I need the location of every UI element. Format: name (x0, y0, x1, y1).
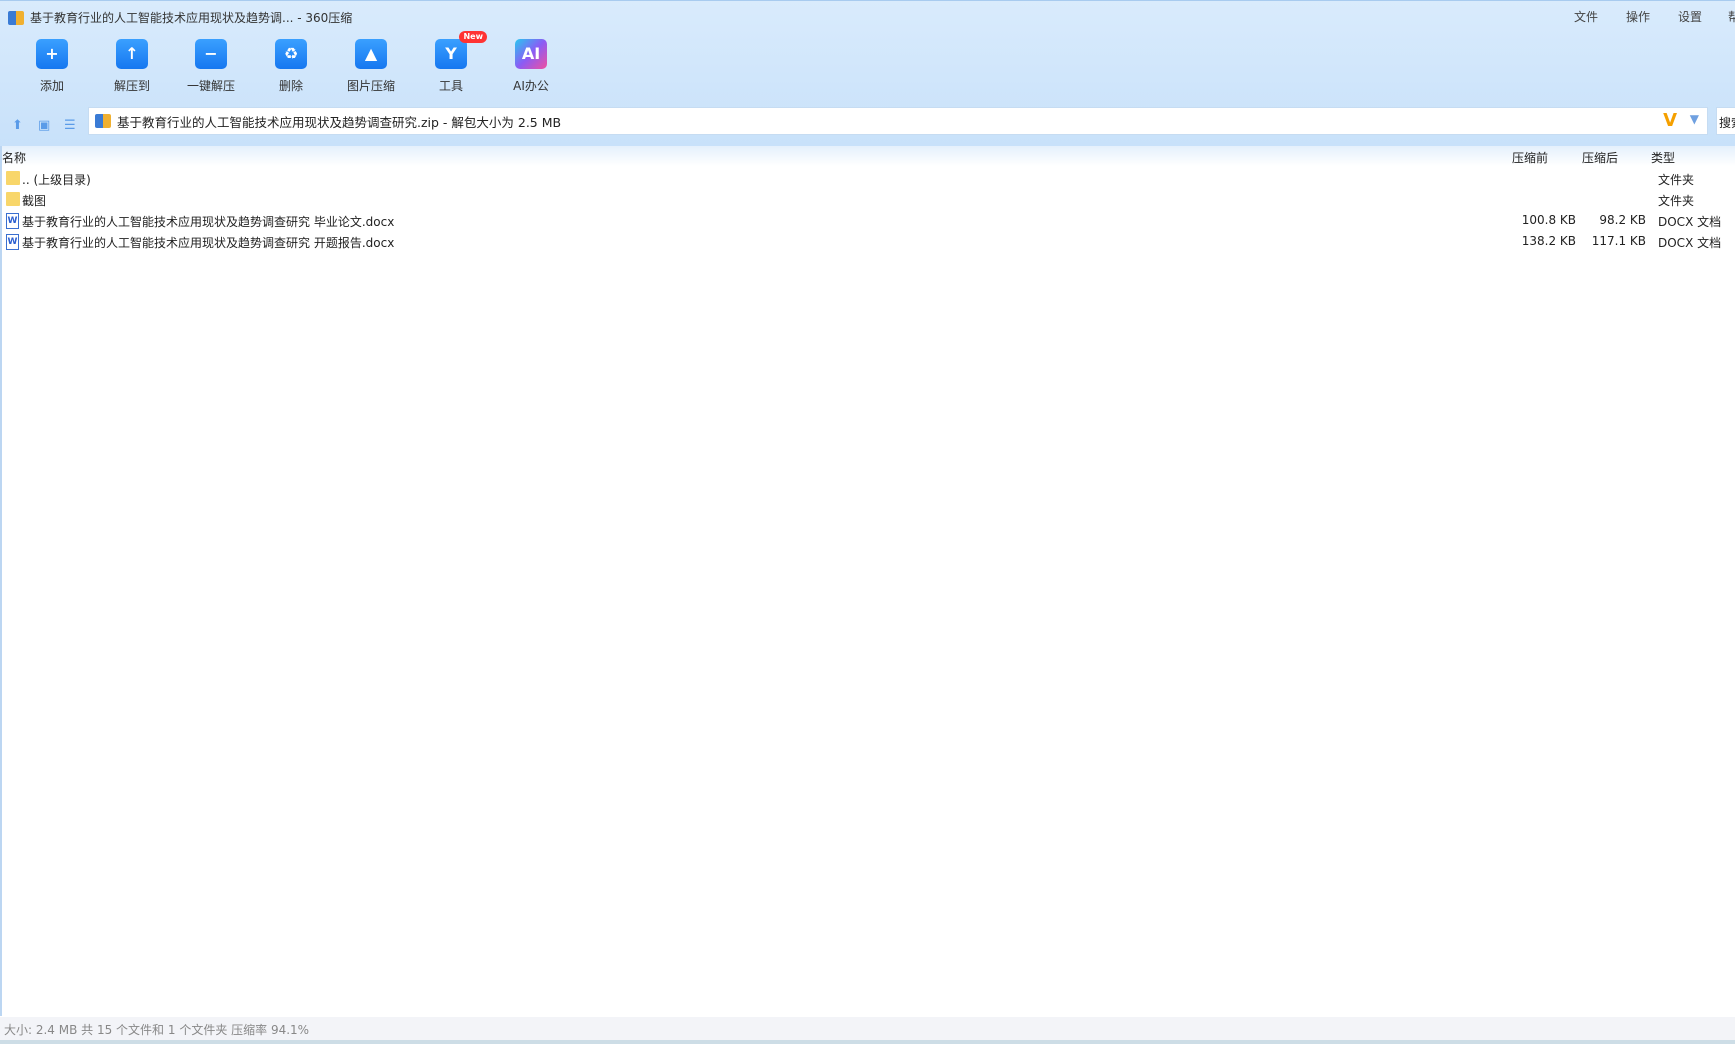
chevron-down-icon[interactable]: ▼ (1690, 112, 1699, 126)
up-level-icon[interactable]: ⬆ (12, 118, 23, 133)
toolbar-button-6[interactable]: AI AI办公 (496, 39, 566, 94)
file-row[interactable]: 截图 文件夹 (0, 189, 1735, 210)
extract-to-icon: ↑ (116, 39, 148, 69)
toolbar-button-0[interactable]: + 添加 (17, 39, 87, 94)
toolbar-button-4[interactable]: ▲ 图片压缩 (336, 39, 406, 94)
file-name: 基于教育行业的人工智能技术应用现状及趋势调查研究 开题报告.docx (22, 236, 395, 250)
window-title: 基于教育行业的人工智能技术应用现状及趋势调... - 360压缩 (8, 9, 352, 26)
tools-glyph: Y (445, 44, 457, 63)
app-icon (8, 10, 24, 25)
window-title-text: 基于教育行业的人工智能技术应用现状及趋势调... - 360压缩 (30, 11, 353, 25)
toolbar-label: AI办公 (513, 79, 549, 93)
file-name: 基于教育行业的人工智能技术应用现状及趋势调查研究 毕业论文.docx (22, 215, 395, 229)
toolbar-label: 添加 (39, 79, 64, 93)
toolbar-label: 一键解压 (186, 79, 235, 93)
one-click-extract-icon: − (195, 39, 227, 69)
size-after: 98.2 KB (1599, 213, 1646, 227)
new-badge: New (459, 31, 487, 43)
list-view-icon[interactable]: ☰ (64, 118, 76, 133)
ai-office-icon: AI (515, 39, 547, 69)
folder-icon (6, 171, 20, 185)
file-row[interactable]: W 基于教育行业的人工智能技术应用现状及趋势调查研究 开题报告.docx 138.… (0, 231, 1735, 252)
column-before[interactable]: 压缩前 (1512, 149, 1548, 166)
toolbar-label: 图片压缩 (346, 79, 395, 93)
add-folder-icon: + (36, 39, 68, 69)
word-doc-icon: W (6, 234, 19, 250)
file-type: DOCX 文档 (1658, 215, 1722, 229)
menu-operate[interactable]: 操作 (1626, 8, 1650, 25)
column-name[interactable]: 名称 (2, 149, 26, 166)
delete-bin-icon: ♻ (275, 39, 307, 69)
v-logo-icon[interactable]: V (1663, 110, 1677, 131)
file-name: 截图 (22, 194, 47, 208)
file-row[interactable]: .. (上级目录) 文件夹 (0, 168, 1735, 189)
toolbar-label: 工具 (438, 79, 463, 93)
bottom-strip (0, 1040, 1735, 1044)
file-name: .. (上级目录) (22, 173, 91, 187)
toolbar-button-1[interactable]: ↑ 解压到 (97, 39, 167, 94)
left-border (0, 146, 2, 1016)
toolbar-button-2[interactable]: − 一键解压 (176, 39, 246, 94)
file-type: 文件夹 (1658, 173, 1695, 187)
status-text: 大小: 2.4 MB 共 15 个文件和 1 个文件夹 压缩率 94.1% (4, 1023, 310, 1037)
file-row[interactable]: W 基于教育行业的人工智能技术应用现状及趋势调查研究 毕业论文.docx 100.… (0, 210, 1735, 231)
size-before: 100.8 KB (1521, 213, 1576, 227)
menu-file[interactable]: 文件 (1574, 8, 1598, 25)
column-header: 名称 压缩前 压缩后 类型 (0, 146, 1735, 166)
toolbar-label: 解压到 (113, 79, 150, 93)
toolbar-label: 删除 (278, 79, 303, 93)
toolbar-button-3[interactable]: ♻ 删除 (256, 39, 326, 94)
column-after[interactable]: 压缩后 (1582, 149, 1618, 166)
address-path: 基于教育行业的人工智能技术应用现状及趋势调查研究.zip - 解包大小为 2.5… (117, 114, 562, 130)
menu-help[interactable]: 帮 (1728, 8, 1735, 25)
tools-icon: Y New (435, 31, 487, 69)
folder-icon (6, 192, 20, 206)
size-after: 117.1 KB (1591, 234, 1646, 248)
file-type: DOCX 文档 (1658, 236, 1722, 250)
status-bar: 大小: 2.4 MB 共 15 个文件和 1 个文件夹 压缩率 94.1% (0, 1017, 1735, 1040)
search-input[interactable]: 搜索 (1716, 107, 1735, 135)
image-compress-icon: ▲ (355, 39, 387, 69)
menu-settings[interactable]: 设置 (1678, 8, 1702, 25)
column-type[interactable]: 类型 (1651, 149, 1675, 166)
address-bar[interactable]: 基于教育行业的人工智能技术应用现状及趋势调查研究.zip - 解包大小为 2.5… (88, 107, 1708, 135)
toolbar-button-5[interactable]: Y New 工具 (416, 31, 487, 94)
search-placeholder: 搜索 (1719, 116, 1735, 130)
zip-file-icon (95, 114, 111, 128)
size-before: 138.2 KB (1521, 234, 1576, 248)
word-doc-icon: W (6, 213, 19, 229)
thumbnail-view-icon[interactable]: ▣ (38, 118, 50, 133)
file-type: 文件夹 (1658, 194, 1695, 208)
